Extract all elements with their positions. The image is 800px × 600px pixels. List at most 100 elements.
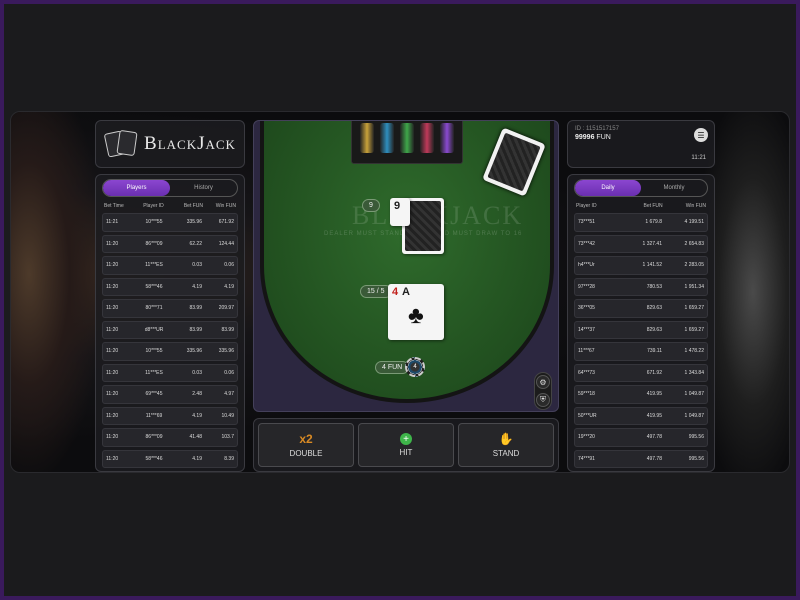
action-bar: x2 DOUBLE + HIT ✋ STAND [253, 418, 559, 472]
shield-icon[interactable]: ⛨ [536, 393, 550, 407]
table-row: 11:21 10***55 335.96 671.92 [102, 213, 238, 232]
table-row: 11:20 86***09 41.48 103.7 [102, 428, 238, 447]
table-cell: 4.97 [224, 391, 234, 398]
clubs-icon: ♣ [408, 302, 424, 329]
players-table-body: 11:21 10***55 335.96 671.92 11:20 86***09 62.2… [96, 213, 244, 468]
table-cell: 11:20 [106, 240, 119, 247]
dealer-score-badge: 9 [362, 199, 380, 212]
table-cell: 103.7 [221, 434, 234, 441]
leaderboard-tabs: Daily Monthly [574, 179, 708, 197]
table-cell: 14***37 [578, 326, 595, 333]
table-cell: 829.63 [646, 326, 662, 333]
table-cell: 11:20 [106, 434, 119, 441]
table-cell: h4***Ur [578, 262, 595, 269]
table-row: 59***18 419.95 1 049.87 [574, 385, 708, 404]
table-row: h4***Ur 1 141.52 2 283.05 [574, 256, 708, 275]
settings-icon[interactable]: ⚙ [536, 375, 550, 389]
double-icon: x2 [299, 432, 313, 446]
table-cell: 58***46 [145, 455, 163, 462]
table-cell: 497.78 [646, 455, 662, 462]
account-id: ID : 1151517157 [575, 126, 619, 132]
player-card-rank-a: A [402, 286, 410, 298]
table-cell: 11***ES [145, 369, 163, 376]
table-cell: 1 679.8 [645, 219, 662, 226]
double-label: DOUBLE [289, 449, 323, 458]
table-cell: 11***ES [145, 262, 163, 269]
balance-amount: 99996 [575, 134, 595, 141]
table-cell: 11:20 [106, 369, 119, 376]
players-panel: Players History Bet Time Player ID Bet F… [95, 174, 245, 472]
menu-icon[interactable]: ☰ [694, 128, 708, 142]
column-header: Win FUN [685, 203, 706, 209]
blackjack-logo: BlackJack [95, 120, 245, 168]
bet-chip[interactable]: 4 [405, 357, 425, 377]
tab-daily[interactable]: Daily [575, 180, 641, 196]
table-row: 11:20 86***09 62.22 124.44 [102, 234, 238, 253]
table-cell: 995.56 [688, 455, 704, 462]
game-stage: BlackJack Players History Bet Time Playe… [10, 111, 790, 473]
table-cell: d8***UR [144, 326, 164, 333]
plus-icon: + [400, 433, 412, 445]
table-cell: 829.63 [646, 305, 662, 312]
account-panel: ID : 1151517157 99996 FUN ☰ 11:21 [567, 120, 715, 168]
table-row: 11:20 80***71 83.99 209.97 [102, 299, 238, 318]
table-cell: 1 343.84 [684, 369, 704, 376]
table-cell: 19***20 [578, 434, 595, 441]
table-row: 73***51 1 679.8 4 199.51 [574, 213, 708, 232]
table-cell: 59***18 [578, 391, 595, 398]
table-cell: 497.78 [646, 434, 662, 441]
column-header: Bet Time [104, 203, 124, 209]
hit-button[interactable]: + HIT [358, 423, 454, 467]
table-cell: 64***73 [578, 369, 595, 376]
table-cell: 1 478.22 [684, 348, 704, 355]
blackjack-table: BLACKJACK DEALER MUST STAND TO 17, AND M… [253, 120, 559, 412]
stand-label: STAND [492, 449, 520, 458]
leaderboard-table-header: Player ID Bet FUN Win FUN [568, 201, 714, 213]
double-button[interactable]: x2 DOUBLE [258, 423, 354, 467]
table-row: 11:20 11***69 4.19 10.49 [102, 406, 238, 425]
chip-stack [440, 123, 454, 153]
leaderboard-table-body: 73***51 1 679.8 4 199.51 73***42 1 327.41 2 6… [568, 213, 714, 468]
table-cell: 10.49 [221, 412, 234, 419]
table-cell: 335.96 [186, 219, 202, 226]
table-cell: 419.95 [646, 391, 662, 398]
table-cell: 36***05 [578, 305, 595, 312]
table-cell: 0.06 [224, 369, 234, 376]
table-cell: 1 049.87 [684, 412, 704, 419]
dealer-card: 9 [390, 198, 410, 226]
hand-icon: ✋ [498, 432, 514, 446]
clock-time: 11:21 [691, 155, 706, 161]
table-cell: 671.92 [646, 369, 662, 376]
dealer-card-rank: 9 [394, 200, 401, 212]
stand-button[interactable]: ✋ STAND [458, 423, 554, 467]
table-cell: 86***09 [145, 240, 163, 247]
column-header: Player ID [143, 203, 164, 209]
tab-players[interactable]: Players [103, 180, 170, 196]
table-row: 11:20 11***ES 0.03 0.06 [102, 256, 238, 275]
table-cell: 1 659.27 [684, 326, 704, 333]
table-cell: 73***42 [578, 240, 595, 247]
table-row: 36***05 829.63 1 659.27 [574, 299, 708, 318]
table-cell: 335.96 [218, 348, 234, 355]
table-cell: 11:20 [106, 283, 119, 290]
table-row: 50***UR 419.95 1 049.87 [574, 406, 708, 425]
table-cell: 80***71 [145, 305, 163, 312]
table-cell: 209.97 [218, 305, 234, 312]
table-cell: 4.19 [192, 455, 202, 462]
table-row: 11:20 11***ES 0.03 0.06 [102, 363, 238, 382]
table-cell: 4 199.51 [684, 219, 704, 226]
table-row: 97***28 780.53 1 951.34 [574, 277, 708, 296]
table-cell: 83.99 [189, 305, 202, 312]
table-cell: 419.95 [646, 412, 662, 419]
player-card-rank-4: 4 [392, 286, 399, 298]
column-header: Player ID [576, 203, 597, 209]
table-row: 11:20 58***46 4.19 4.19 [102, 277, 238, 296]
tab-monthly[interactable]: Monthly [641, 180, 707, 196]
table-cell: 335.96 [186, 348, 202, 355]
logo-text: BlackJack [144, 133, 236, 154]
players-table-header: Bet Time Player ID Bet FUN Win FUN [96, 201, 244, 213]
tab-history[interactable]: History [170, 180, 237, 196]
table-row: 11:20 d8***UR 83.99 83.99 [102, 320, 238, 339]
table-cell: 10***55 [145, 219, 163, 226]
table-cell: 11:20 [106, 326, 119, 333]
